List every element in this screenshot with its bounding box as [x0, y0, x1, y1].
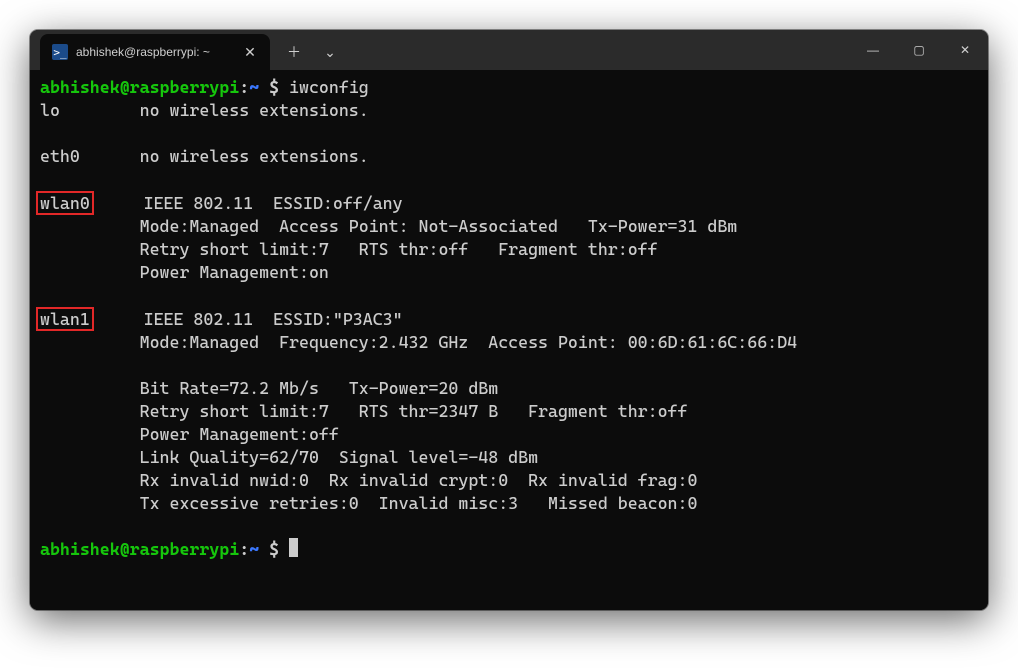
tab-close-button[interactable]: ✕: [240, 44, 260, 61]
output-wlan0-l4: Power Management:on: [40, 262, 329, 282]
output-wlan1-l4: Retry short limit:7 RTS thr=2347 B Fragm…: [40, 401, 687, 421]
tab-active[interactable]: >_ abhishek@raspberrypi: ~ ✕: [40, 34, 270, 70]
close-button[interactable]: ✕: [942, 30, 988, 70]
powershell-icon: >_: [52, 44, 68, 60]
prompt-symbol: $: [259, 77, 289, 97]
output-wlan1-l7: Rx invalid nwid:0 Rx invalid crypt:0 Rx …: [40, 470, 697, 490]
tab-actions: ＋ ⌄: [270, 34, 348, 70]
prompt-path: ~: [249, 539, 259, 559]
prompt-colon: :: [239, 77, 249, 97]
prompt-user-host: abhishek@raspberrypi: [40, 539, 239, 559]
minimize-button[interactable]: —: [850, 30, 896, 70]
prompt-symbol: $: [259, 539, 289, 559]
highlight-wlan0: wlan0: [36, 191, 94, 215]
output-wlan1-l8: Tx excessive retries:0 Invalid misc:3 Mi…: [40, 493, 697, 513]
output-wlan0-l1: IEEE 802.11 ESSID:off/any: [94, 193, 403, 213]
output-lo: lo no wireless extensions.: [40, 100, 369, 120]
prompt-user-host: abhishek@raspberrypi: [40, 77, 239, 97]
maximize-button[interactable]: ▢: [896, 30, 942, 70]
new-tab-button[interactable]: ＋: [276, 34, 312, 70]
prompt-colon: :: [239, 539, 249, 559]
output-wlan1-l5: Power Management:off: [40, 424, 339, 444]
titlebar-drag-region[interactable]: [348, 30, 850, 70]
tab-dropdown-button[interactable]: ⌄: [312, 34, 348, 70]
tab-title: abhishek@raspberrypi: ~: [76, 45, 232, 59]
output-wlan1-l1: IEEE 802.11 ESSID:"P3AC3": [94, 309, 403, 329]
terminal-window: >_ abhishek@raspberrypi: ~ ✕ ＋ ⌄ — ▢ ✕ a…: [30, 30, 988, 610]
output-wlan0-l3: Retry short limit:7 RTS thr:off Fragment…: [40, 239, 658, 259]
output-wlan1-l2: Mode:Managed Frequency:2.432 GHz Access …: [40, 332, 797, 352]
prompt-line-1: abhishek@raspberrypi:~ $ iwconfig: [40, 77, 369, 97]
window-controls: — ▢ ✕: [850, 30, 988, 70]
output-wlan1-row: wlan1 IEEE 802.11 ESSID:"P3AC3": [40, 309, 403, 329]
command-1: iwconfig: [289, 77, 369, 97]
output-wlan1-l3: Bit Rate=72.2 Mb/s Tx-Power=20 dBm: [40, 378, 498, 398]
output-eth0: eth0 no wireless extensions.: [40, 146, 369, 166]
prompt-line-2: abhishek@raspberrypi:~ $: [40, 539, 298, 559]
terminal-body[interactable]: abhishek@raspberrypi:~ $ iwconfig lo no …: [30, 70, 988, 610]
prompt-path: ~: [249, 77, 259, 97]
highlight-wlan1: wlan1: [36, 307, 94, 331]
output-wlan0-row: wlan0 IEEE 802.11 ESSID:off/any: [40, 193, 403, 213]
cursor: [289, 538, 298, 557]
output-wlan0-l2: Mode:Managed Access Point: Not-Associate…: [40, 216, 737, 236]
title-bar[interactable]: >_ abhishek@raspberrypi: ~ ✕ ＋ ⌄ — ▢ ✕: [30, 30, 988, 70]
output-wlan1-l6: Link Quality=62/70 Signal level=-48 dBm: [40, 447, 538, 467]
